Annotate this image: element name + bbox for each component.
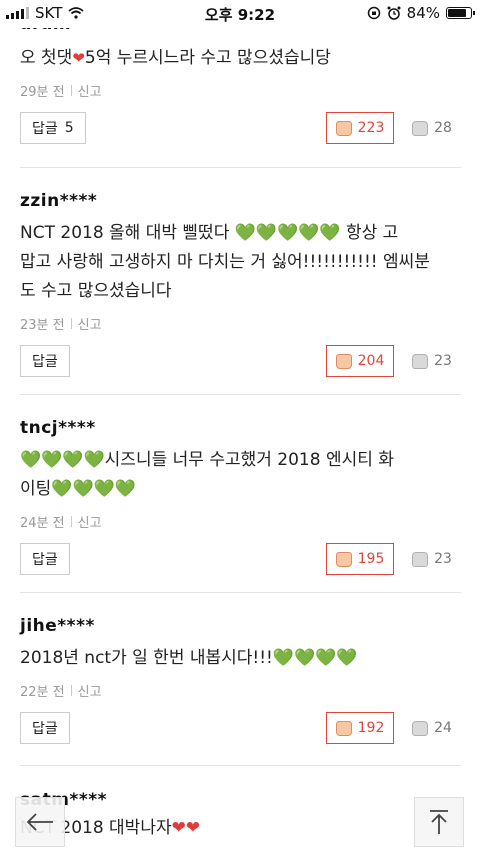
report-link[interactable]: 신고 <box>78 314 102 333</box>
comment-time: 24분 전 <box>20 516 65 531</box>
rotation-lock-icon <box>367 6 380 20</box>
report-link[interactable]: 신고 <box>78 681 102 700</box>
comment-actions: 답글 5 223 28 <box>20 112 461 144</box>
reply-label: 답글 <box>32 721 58 737</box>
comment-body: 오 첫댓❤5억 누르시느라 수고 많으셨습니당 <box>20 48 331 68</box>
comment-divider <box>20 765 461 766</box>
reply-label: 답글 <box>32 354 58 370</box>
thumbs-up-icon <box>335 720 352 736</box>
comment-meta: 29분 전 신고 <box>20 81 461 100</box>
reply-count: 5 <box>64 120 74 136</box>
dislike-button[interactable]: 23 <box>403 345 461 377</box>
comment-author: zzin**** <box>20 191 98 211</box>
like-button[interactable]: 223 <box>326 112 394 144</box>
comment-actions: 답글 195 23 <box>20 543 461 575</box>
alarm-icon <box>387 6 401 20</box>
status-right: 84% <box>367 4 475 22</box>
red-heart-icon: ❤ <box>72 49 85 67</box>
comment-body: 2018년 nct가 일 한번 내봅시다!!!💚💚💚💚 <box>20 648 358 668</box>
meta-separator <box>70 685 72 696</box>
thumbs-down-icon <box>412 353 429 369</box>
scroll-top-button[interactable] <box>414 797 464 847</box>
dislike-button[interactable]: 28 <box>403 112 461 144</box>
arrow-up-to-top-icon <box>430 810 448 834</box>
red-heart-icon: ❤❤ <box>171 818 201 838</box>
reply-button[interactable]: 답글 5 <box>20 112 86 144</box>
comment-actions: 답글 192 24 <box>20 712 461 744</box>
status-bar: SKT 오후 9:22 84% <box>0 0 480 28</box>
comment-time: 29분 전 <box>20 85 65 100</box>
like-button[interactable]: 195 <box>326 543 394 575</box>
comment-body: NCT 2018 대박나자❤❤ <box>20 818 201 838</box>
meta-separator <box>70 85 72 96</box>
green-heart-icon: 💚💚💚💚 <box>51 479 136 499</box>
comment-item: tncj**** 💚💚💚💚시즈니들 너무 수고했거 2018 엔시티 화 이팅💚💚… <box>20 418 461 575</box>
dislike-button[interactable]: 24 <box>403 712 461 744</box>
thumbs-up-icon <box>335 120 352 136</box>
thumbs-up-icon <box>335 353 352 369</box>
like-count: 195 <box>357 551 385 567</box>
comment-divider <box>20 167 461 168</box>
dislike-count: 23 <box>434 353 452 369</box>
like-count: 192 <box>357 720 385 736</box>
like-count: 204 <box>357 353 385 369</box>
green-heart-icon: 💚💚💚💚 <box>272 648 358 668</box>
comment-item: jihe**** 2018년 nct가 일 한번 내봅시다!!!💚💚💚💚 22분… <box>20 616 461 744</box>
comment-author: satm**** <box>20 790 461 810</box>
reply-label: 답글 <box>32 121 58 137</box>
meta-separator <box>70 318 72 329</box>
like-button[interactable]: 192 <box>326 712 394 744</box>
comment-time: 23분 전 <box>20 318 65 333</box>
dislike-count: 28 <box>434 120 452 136</box>
thumbs-down-icon <box>412 551 429 567</box>
meta-separator <box>70 516 72 527</box>
arrow-left-icon <box>26 813 53 831</box>
thumbs-down-icon <box>412 120 429 136</box>
battery-percent: 84% <box>406 4 440 22</box>
comment-body: 💚💚💚💚시즈니들 너무 수고했거 2018 엔시티 화 이팅💚💚💚💚 <box>20 450 394 499</box>
dislike-count: 24 <box>434 720 452 736</box>
comment-divider <box>20 394 461 395</box>
comment-author: tncj**** <box>20 418 96 438</box>
comment-item: aram**** 오 첫댓❤5억 누르시느라 수고 많으셨습니당 29분 전 신… <box>20 14 461 144</box>
reply-button[interactable]: 답글 <box>20 543 70 575</box>
reply-label: 답글 <box>32 552 58 568</box>
battery-icon <box>446 7 475 19</box>
report-link[interactable]: 신고 <box>78 512 102 531</box>
comment-meta: 23분 전 신고 <box>20 314 461 333</box>
comment-actions: 답글 204 23 <box>20 345 461 377</box>
comment-time: 22분 전 <box>20 685 65 700</box>
dislike-count: 23 <box>434 551 452 567</box>
back-button[interactable] <box>15 797 65 847</box>
report-link[interactable]: 신고 <box>78 81 102 100</box>
like-button[interactable]: 204 <box>326 345 394 377</box>
thumbs-down-icon <box>412 720 429 736</box>
comment-author: jihe**** <box>20 616 95 636</box>
comment-divider <box>20 592 461 593</box>
green-heart-icon: 💚💚💚💚💚 <box>234 223 341 243</box>
comment-meta: 22분 전 신고 <box>20 681 461 700</box>
like-count: 223 <box>357 120 385 136</box>
reply-button[interactable]: 답글 <box>20 345 70 377</box>
reply-button[interactable]: 답글 <box>20 712 70 744</box>
comment-meta: 24분 전 신고 <box>20 512 461 531</box>
comment-body: NCT 2018 올해 대박 삘떴다 💚💚💚💚💚 항상 고 맙고 사랑해 고생하지… <box>20 223 430 301</box>
comment-item: satm**** NCT 2018 대박나자❤❤ <box>20 790 461 843</box>
comment-item: zzin**** NCT 2018 올해 대박 삘떴다 💚💚💚💚💚 항상 고 맙고… <box>20 191 461 377</box>
dislike-button[interactable]: 23 <box>403 543 461 575</box>
thumbs-up-icon <box>335 551 352 567</box>
green-heart-icon: 💚💚💚💚 <box>20 450 105 470</box>
